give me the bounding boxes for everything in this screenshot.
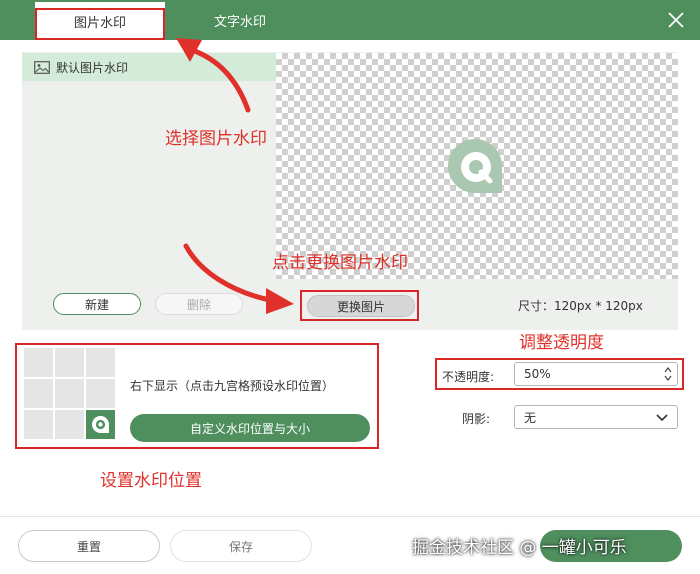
- delete-button[interactable]: 删除: [155, 293, 243, 315]
- grid-cell-bottom-left[interactable]: [24, 410, 53, 439]
- watermark-logo-icon: [92, 416, 109, 433]
- tab-image-watermark[interactable]: 图片水印: [35, 2, 165, 40]
- site-watermark: 掘金技术社区 @ 一罐小可乐: [412, 538, 627, 558]
- opacity-value: 50%: [524, 367, 551, 381]
- grid-cell-bottom-right[interactable]: [86, 410, 115, 439]
- chevron-down-icon: [656, 414, 668, 422]
- reset-button[interactable]: 重置: [18, 530, 160, 562]
- watermark-logo-icon: [448, 139, 503, 194]
- spinner-arrows-icon[interactable]: [663, 365, 673, 383]
- image-list-item-label: 默认图片水印: [56, 60, 129, 75]
- annotation-replace-image: 点击更换图片水印: [272, 253, 408, 273]
- grid-cell-top-right[interactable]: [86, 348, 115, 377]
- annotation-select-image: 选择图片水印: [165, 129, 267, 149]
- grid-cell-top-center[interactable]: [55, 348, 84, 377]
- replace-image-button[interactable]: 更换图片: [307, 295, 415, 317]
- grid-cell-middle-right[interactable]: [86, 379, 115, 408]
- close-button[interactable]: [666, 10, 686, 30]
- shadow-select[interactable]: 无: [514, 405, 678, 429]
- image-icon: [34, 60, 50, 74]
- close-icon: [668, 12, 684, 28]
- annotation-set-position: 设置水印位置: [100, 471, 202, 491]
- opacity-label: 不透明度:: [442, 370, 495, 384]
- shadow-value: 无: [524, 410, 537, 425]
- image-size-label: 尺寸：120px * 120px: [518, 299, 643, 313]
- grid-cell-top-left[interactable]: [24, 348, 53, 377]
- position-grid: [24, 348, 116, 440]
- new-button[interactable]: 新建: [53, 293, 141, 315]
- grid-cell-bottom-center[interactable]: [55, 410, 84, 439]
- shadow-label: 阴影:: [462, 412, 491, 426]
- annotation-adjust-opacity: 调整透明度: [519, 333, 604, 353]
- custom-position-button[interactable]: 自定义水印位置与大小: [130, 414, 370, 442]
- footer-divider: [0, 516, 700, 517]
- grid-cell-center[interactable]: [55, 379, 84, 408]
- position-description: 右下显示（点击九宫格预设水印位置）: [130, 379, 335, 393]
- tab-text-watermark[interactable]: 文字水印: [175, 0, 305, 40]
- opacity-input[interactable]: 50%: [514, 362, 678, 386]
- save-button[interactable]: 保存: [170, 530, 312, 562]
- grid-cell-middle-left[interactable]: [24, 379, 53, 408]
- image-list-item[interactable]: 默认图片水印: [22, 53, 276, 81]
